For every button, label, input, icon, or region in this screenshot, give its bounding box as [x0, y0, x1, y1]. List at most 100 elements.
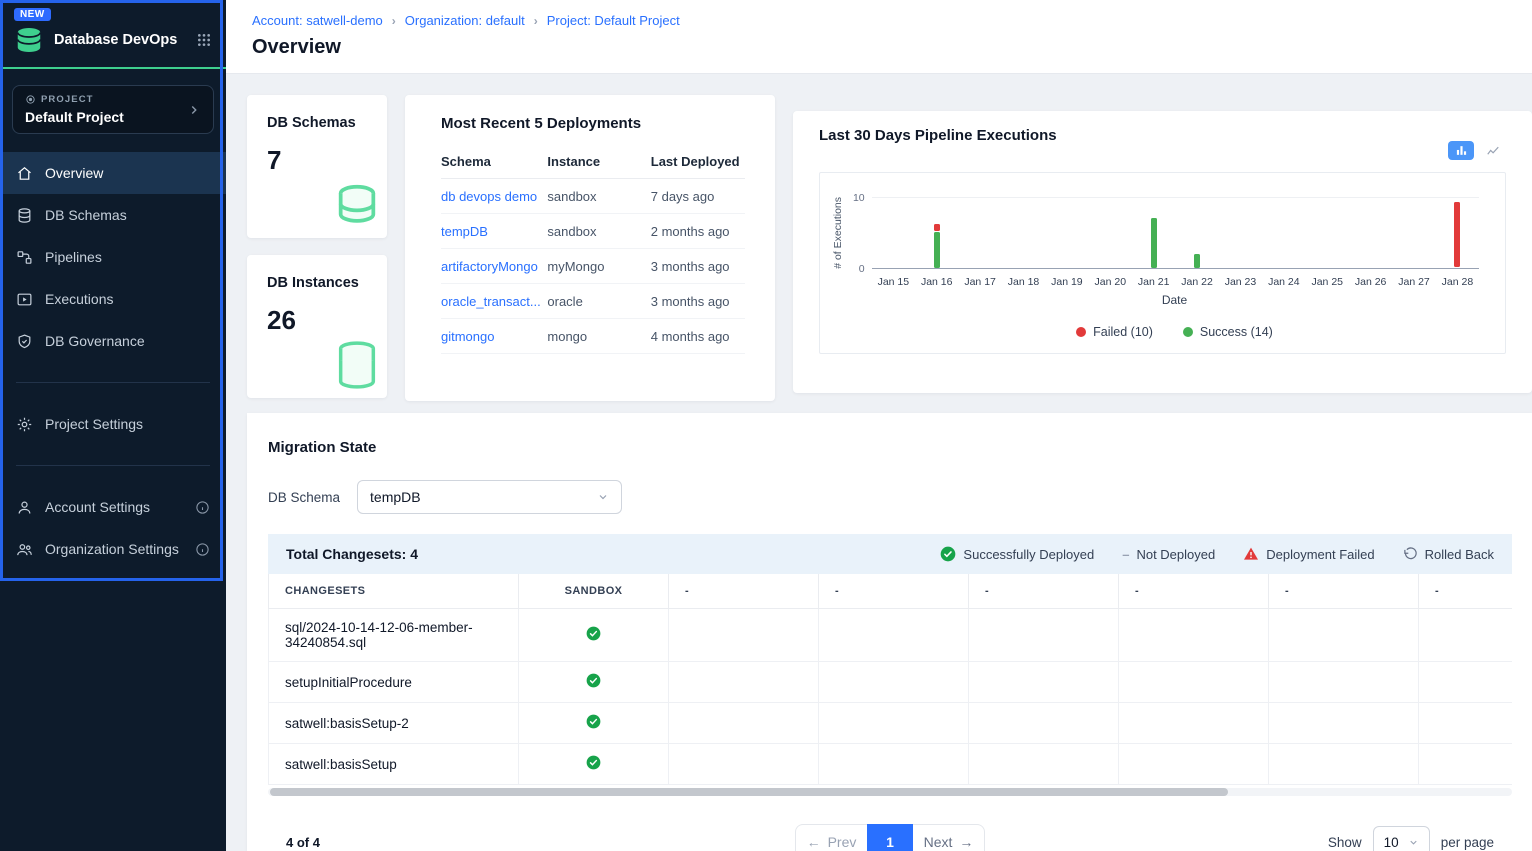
breadcrumb-project[interactable]: Project: Default Project	[547, 13, 680, 28]
bar-slot	[1175, 197, 1218, 268]
instance-cell: oracle	[547, 284, 650, 319]
sidebar-item-executions[interactable]: Executions	[0, 278, 226, 320]
x-tick-label: Jan 20	[1089, 269, 1132, 288]
status-legend: Successfully Deployed – Not Deployed Dep…	[940, 546, 1494, 562]
db-schema-select[interactable]: tempDB	[357, 480, 622, 514]
sidebar-item-db-governance[interactable]: DB Governance	[0, 320, 226, 362]
legend-item-success[interactable]: Success (14)	[1183, 325, 1273, 339]
legend-label: Success (14)	[1200, 325, 1273, 339]
per-page-select[interactable]: 10	[1373, 826, 1430, 851]
scrollbar-thumb[interactable]	[270, 788, 1228, 796]
success-legend-dot-icon	[1183, 327, 1193, 337]
last-deployed-cell: 2 months ago	[651, 214, 745, 249]
breadcrumb-account[interactable]: Account: satwell-demo	[252, 13, 383, 28]
empty-cell	[819, 662, 969, 703]
changeset-name: satwell:basisSetup	[269, 744, 519, 785]
empty-cell	[669, 609, 819, 662]
sidebar-item-label: Account Settings	[45, 499, 150, 515]
chart-type-toggle-group	[1448, 141, 1506, 160]
divider	[16, 465, 210, 466]
bar-slot	[1219, 197, 1262, 268]
empty-cell	[669, 662, 819, 703]
arrow-left-icon: ←	[807, 834, 821, 850]
empty-cell	[1119, 662, 1269, 703]
empty-cell	[1419, 744, 1513, 785]
sidebar-item-project-settings[interactable]: Project Settings	[0, 403, 226, 445]
breadcrumb-organization[interactable]: Organization: default	[405, 13, 525, 28]
legend-successfully-deployed: Successfully Deployed	[940, 546, 1094, 562]
rollback-arrow-icon	[1403, 547, 1418, 562]
changeset-row: sql/2024-10-14-12-06-member-34240854.sql	[269, 609, 1513, 662]
failed-bar	[934, 224, 940, 231]
user-icon	[16, 499, 33, 516]
sidebar-item-organization-settings[interactable]: Organization Settings	[0, 528, 226, 570]
pipeline-executions-card: Last 30 Days Pipeline Executions # of Ex…	[793, 111, 1532, 393]
x-tick-label: Jan 21	[1132, 269, 1175, 288]
sidebar-item-pipelines[interactable]: Pipelines	[0, 236, 226, 278]
empty-cell	[669, 703, 819, 744]
empty-cell	[1269, 662, 1419, 703]
line-chart-toggle[interactable]	[1480, 141, 1506, 160]
row-count: 4 of 4	[268, 835, 320, 850]
next-page-button[interactable]: Next →	[913, 824, 985, 851]
table-row: tempDB sandbox 2 months ago	[441, 214, 745, 249]
last-deployed-cell: 7 days ago	[651, 179, 745, 214]
success-bar	[934, 232, 940, 268]
legend-item-failed[interactable]: Failed (10)	[1076, 325, 1153, 339]
horizontal-scrollbar[interactable]	[268, 788, 1512, 796]
y-tick-label: 10	[853, 192, 865, 204]
schema-link[interactable]: db devops demo	[441, 189, 537, 204]
x-tick-label: Jan 18	[1002, 269, 1045, 288]
schema-link[interactable]: artifactoryMongo	[441, 259, 538, 274]
project-name: Default Project	[25, 109, 124, 125]
x-tick-label: Jan 22	[1175, 269, 1218, 288]
sidebar-item-account-settings[interactable]: Account Settings	[0, 486, 226, 528]
show-label: Show	[1328, 835, 1362, 850]
instance-cell: mongo	[547, 319, 650, 354]
apps-grid-icon[interactable]	[196, 32, 212, 48]
changeset-name: setupInitialProcedure	[269, 662, 519, 703]
dash-icon: –	[1122, 547, 1129, 562]
info-icon[interactable]	[195, 542, 210, 557]
chevron-down-icon	[597, 491, 609, 503]
empty-cell	[819, 609, 969, 662]
schema-link[interactable]: gitmongo	[441, 329, 494, 344]
sidebar-item-db-schemas[interactable]: DB Schemas	[0, 194, 226, 236]
bar-slot	[872, 197, 915, 268]
x-tick-label: Jan 23	[1219, 269, 1262, 288]
instance-cell: sandbox	[547, 214, 650, 249]
sidebar-item-overview[interactable]: Overview	[0, 152, 226, 194]
column-header: -	[1119, 574, 1269, 609]
legend-label: Not Deployed	[1136, 547, 1215, 562]
bar-chart-toggle[interactable]	[1448, 141, 1474, 160]
legend-rolled-back: Rolled Back	[1403, 547, 1494, 562]
info-icon[interactable]	[195, 500, 210, 515]
column-header: -	[669, 574, 819, 609]
empty-cell	[1419, 609, 1513, 662]
schema-link[interactable]: oracle_transact...	[441, 294, 541, 309]
chevron-down-icon	[1408, 837, 1419, 848]
stat-value: 7	[267, 145, 373, 176]
page-1-button[interactable]: 1	[867, 824, 913, 851]
bar-slot	[1045, 197, 1088, 268]
x-tick-label: Jan 19	[1045, 269, 1088, 288]
empty-cell	[1119, 703, 1269, 744]
changeset-row: satwell:basisSetup-2	[269, 703, 1513, 744]
column-header-sandbox: SANDBOX	[519, 574, 669, 609]
success-check-icon	[586, 755, 601, 770]
empty-cell	[1269, 744, 1419, 785]
prev-page-button[interactable]: ← Prev	[795, 824, 867, 851]
chevron-right-icon	[187, 103, 201, 117]
sidebar-item-label: Overview	[45, 165, 103, 181]
deployments-table: Schema Instance Last Deployed db devops …	[441, 144, 745, 354]
column-header: -	[1269, 574, 1419, 609]
success-check-icon	[940, 546, 956, 562]
x-tick-label: Jan 24	[1262, 269, 1305, 288]
x-tick-label: Jan 17	[958, 269, 1001, 288]
schema-link[interactable]: tempDB	[441, 224, 488, 239]
project-selector[interactable]: PROJECT Default Project	[12, 85, 214, 134]
chart-bars	[872, 197, 1479, 268]
legend-label: Rolled Back	[1425, 547, 1494, 562]
x-tick-label: Jan 28	[1436, 269, 1479, 288]
home-icon	[16, 165, 33, 182]
